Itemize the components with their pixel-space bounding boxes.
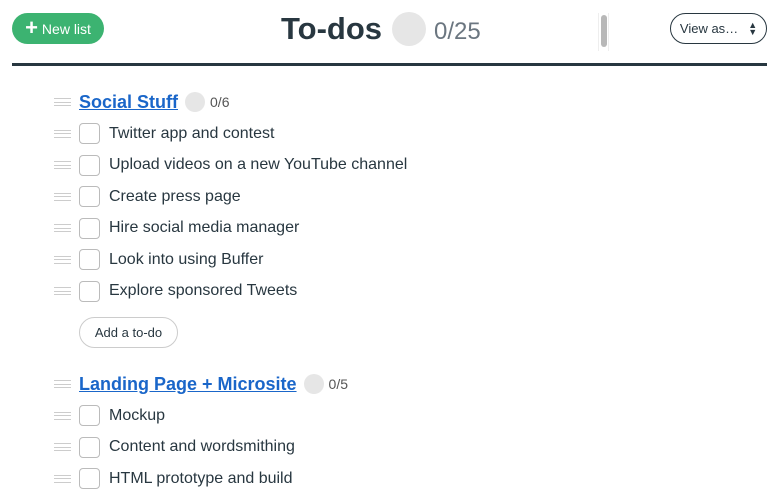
todo-item: Upload videos on a new YouTube channel [54,150,407,182]
todo-item: Mockup [54,400,348,432]
todo-list: Social Stuff 0/6 Twitter app and contest U… [54,86,407,348]
list-title-link[interactable]: Social Stuff [79,92,178,113]
progress-pie-icon [303,374,324,394]
drag-handle-icon[interactable] [54,474,71,483]
todo-checkbox[interactable] [79,468,100,490]
todo-text[interactable]: Upload videos on a new YouTube channel [109,156,407,174]
progress-count: 0/25 [434,18,481,45]
drag-handle-icon[interactable] [54,98,71,106]
drag-handle-icon[interactable] [54,224,71,233]
todo-text[interactable]: Hire social media manager [109,219,299,237]
view-as-label: View as… [679,21,739,36]
todo-item: Explore sponsored Tweets [54,276,407,308]
todo-checkbox[interactable] [79,123,100,145]
todo-item: Hire social media manager [54,213,407,245]
drag-handle-icon[interactable] [54,443,71,452]
page-title-group: To-dos 0/25 [281,11,481,47]
progress-pie-icon [392,12,427,46]
todo-item: Look into using Buffer [54,244,407,276]
todo-checkbox[interactable] [79,217,100,239]
drag-handle-icon[interactable] [54,255,71,264]
drag-handle-icon[interactable] [54,192,71,201]
list-progress: 0/6 [210,94,230,110]
view-as-select[interactable]: View as… ▲ ▼ [670,13,767,44]
todo-checkbox[interactable] [79,436,100,458]
drag-handle-icon[interactable] [54,287,71,296]
list-title-link[interactable]: Landing Page + Microsite [79,374,297,395]
todo-list: Landing Page + Microsite 0/5 Mockup Conten… [54,368,348,495]
todo-text[interactable]: Create press page [109,188,241,206]
drag-handle-icon[interactable] [54,129,71,138]
scrollbar[interactable] [598,13,609,51]
todo-item: HTML prototype and build [54,463,348,495]
header-divider [12,63,767,66]
add-todo-button[interactable]: Add a to-do [79,317,178,348]
drag-handle-icon[interactable] [54,411,71,420]
todo-item: Content and wordsmithing [54,432,348,464]
new-list-button[interactable]: + New list [12,13,104,44]
todo-text[interactable]: Content and wordsmithing [109,438,295,456]
todo-text[interactable]: Twitter app and contest [109,125,274,143]
progress-pie-icon [185,92,206,112]
todo-checkbox[interactable] [79,154,100,176]
todo-checkbox[interactable] [79,280,100,302]
new-list-label: New list [41,20,91,37]
todo-text[interactable]: Mockup [109,407,165,425]
todo-checkbox[interactable] [79,405,100,427]
page-title: To-dos [281,11,383,46]
drag-handle-icon[interactable] [54,161,71,170]
todo-item: Create press page [54,181,407,213]
scrollbar-thumb[interactable] [601,15,607,47]
todo-checkbox[interactable] [79,249,100,271]
updown-chevron-icon: ▲ ▼ [748,19,758,37]
todo-checkbox[interactable] [79,186,100,208]
todo-text[interactable]: HTML prototype and build [109,470,293,488]
todo-text[interactable]: Explore sponsored Tweets [109,282,297,300]
todo-text[interactable]: Look into using Buffer [109,251,263,269]
todo-item: Twitter app and contest [54,118,407,150]
plus-icon: + [25,14,38,40]
list-progress: 0/5 [328,376,349,392]
drag-handle-icon[interactable] [54,380,71,388]
